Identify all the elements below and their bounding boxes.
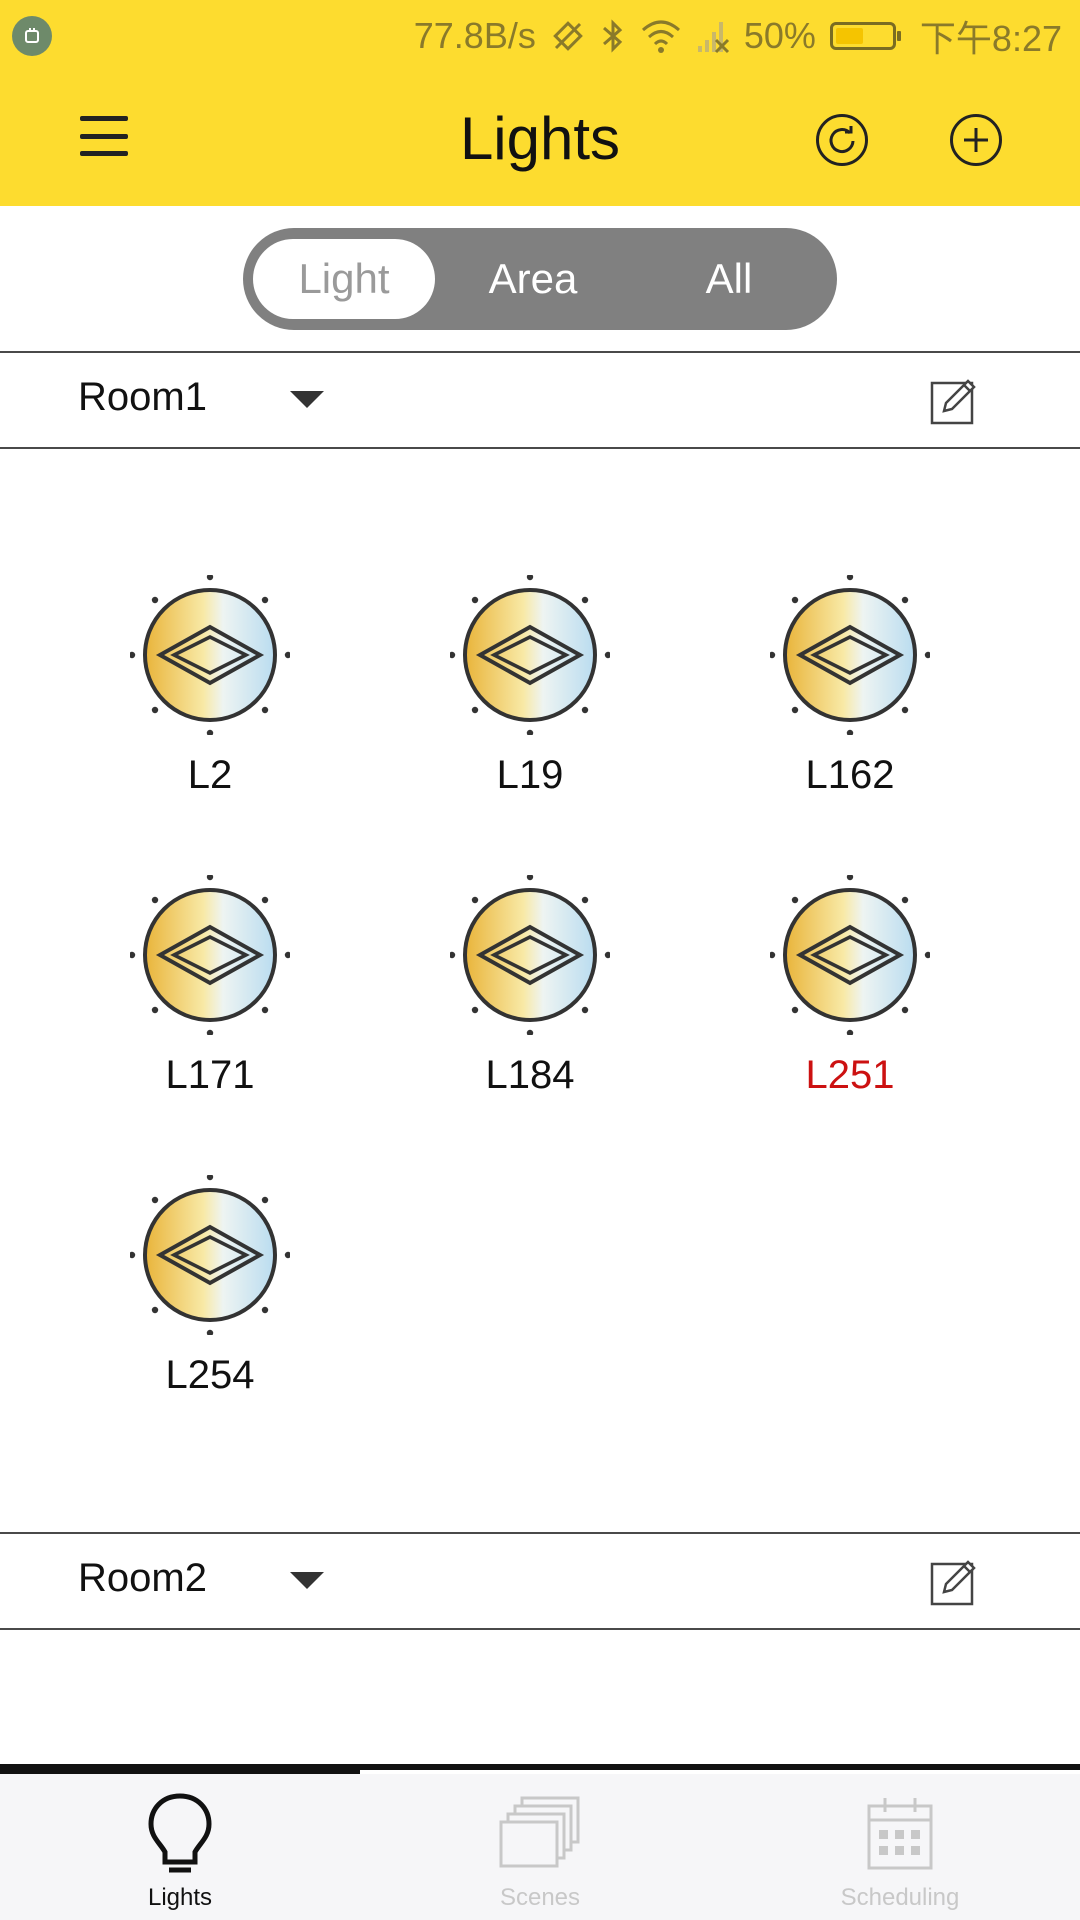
tab-all[interactable]: All — [631, 239, 827, 319]
calendar-icon — [867, 1798, 933, 1870]
lamp-dial-icon — [130, 575, 290, 735]
chevron-down-icon[interactable] — [290, 391, 324, 408]
tab-light[interactable]: Light — [253, 239, 435, 319]
light-label: L2 — [187, 753, 233, 797]
light-label-alert: L251 — [805, 1053, 895, 1097]
light-tile[interactable]: L162 — [750, 575, 950, 825]
light-label: L254 — [165, 1353, 255, 1397]
status-bar: 77.8B/s 50% 下午8:27 — [0, 0, 1080, 72]
battery-percent: 50% — [743, 15, 816, 56]
light-tile[interactable]: L251 — [750, 875, 950, 1125]
scenes-icon — [499, 1796, 580, 1868]
edit-icon[interactable] — [930, 377, 978, 425]
light-tile[interactable]: L171 — [110, 875, 310, 1125]
tab-area[interactable]: Area — [435, 239, 631, 319]
lamp-dial-icon — [770, 875, 930, 1035]
light-tile[interactable]: L184 — [430, 875, 630, 1125]
lamp-dial-icon — [450, 575, 610, 735]
room-header-room2[interactable]: Room2 — [0, 1532, 1080, 1630]
light-tile[interactable]: L254 — [110, 1175, 310, 1425]
add-button[interactable] — [950, 114, 1002, 166]
rotate-icon — [553, 21, 583, 51]
room-name: Room2 — [78, 1556, 207, 1600]
nav-tab-scenes[interactable]: Scenes — [360, 1774, 720, 1920]
page-title: Lights — [459, 105, 621, 172]
battery-fill — [835, 28, 863, 44]
refresh-button[interactable] — [816, 114, 868, 166]
view-segmented-control: Light Area All — [243, 228, 837, 330]
chevron-down-icon[interactable] — [290, 1572, 324, 1589]
signal-icon — [697, 22, 729, 54]
light-tile[interactable]: L2 — [110, 575, 310, 825]
room-name: Room1 — [78, 375, 207, 419]
nav-label: Scenes — [499, 1884, 581, 1911]
nav-tab-scheduling[interactable]: Scheduling — [720, 1774, 1080, 1920]
refresh-icon — [829, 126, 855, 154]
nav-label: Lights — [147, 1884, 213, 1911]
plus-icon — [964, 128, 988, 152]
lamp-dial-icon — [770, 575, 930, 735]
edit-icon[interactable] — [930, 1558, 978, 1606]
nav-active-indicator — [0, 1764, 360, 1774]
title-bar: Lights — [0, 72, 1080, 206]
lamp-dial-icon — [130, 875, 290, 1035]
light-tile[interactable]: L19 — [430, 575, 630, 825]
light-label: L171 — [165, 1053, 255, 1097]
bulb-icon — [148, 1793, 212, 1873]
nav-label: Scheduling — [840, 1884, 960, 1911]
room-header-room1[interactable]: Room1 — [0, 351, 1080, 449]
bottom-nav: Lights Scenes Scheduling — [0, 1774, 1080, 1920]
battery-icon — [829, 22, 901, 50]
app-badge-icon — [12, 16, 52, 56]
bluetooth-icon — [602, 19, 623, 53]
light-label: L19 — [496, 753, 564, 797]
network-speed: 77.8B/s — [413, 15, 536, 56]
light-label: L184 — [485, 1053, 575, 1097]
light-label: L162 — [805, 753, 895, 797]
nav-tab-lights[interactable]: Lights — [0, 1774, 360, 1920]
wifi-icon — [641, 20, 680, 53]
app-header: 77.8B/s 50% 下午8:27 Lights — [0, 0, 1080, 206]
clock: 下午8:27 — [919, 18, 1062, 59]
lamp-dial-icon — [450, 875, 610, 1035]
lamp-dial-icon — [130, 1175, 290, 1335]
